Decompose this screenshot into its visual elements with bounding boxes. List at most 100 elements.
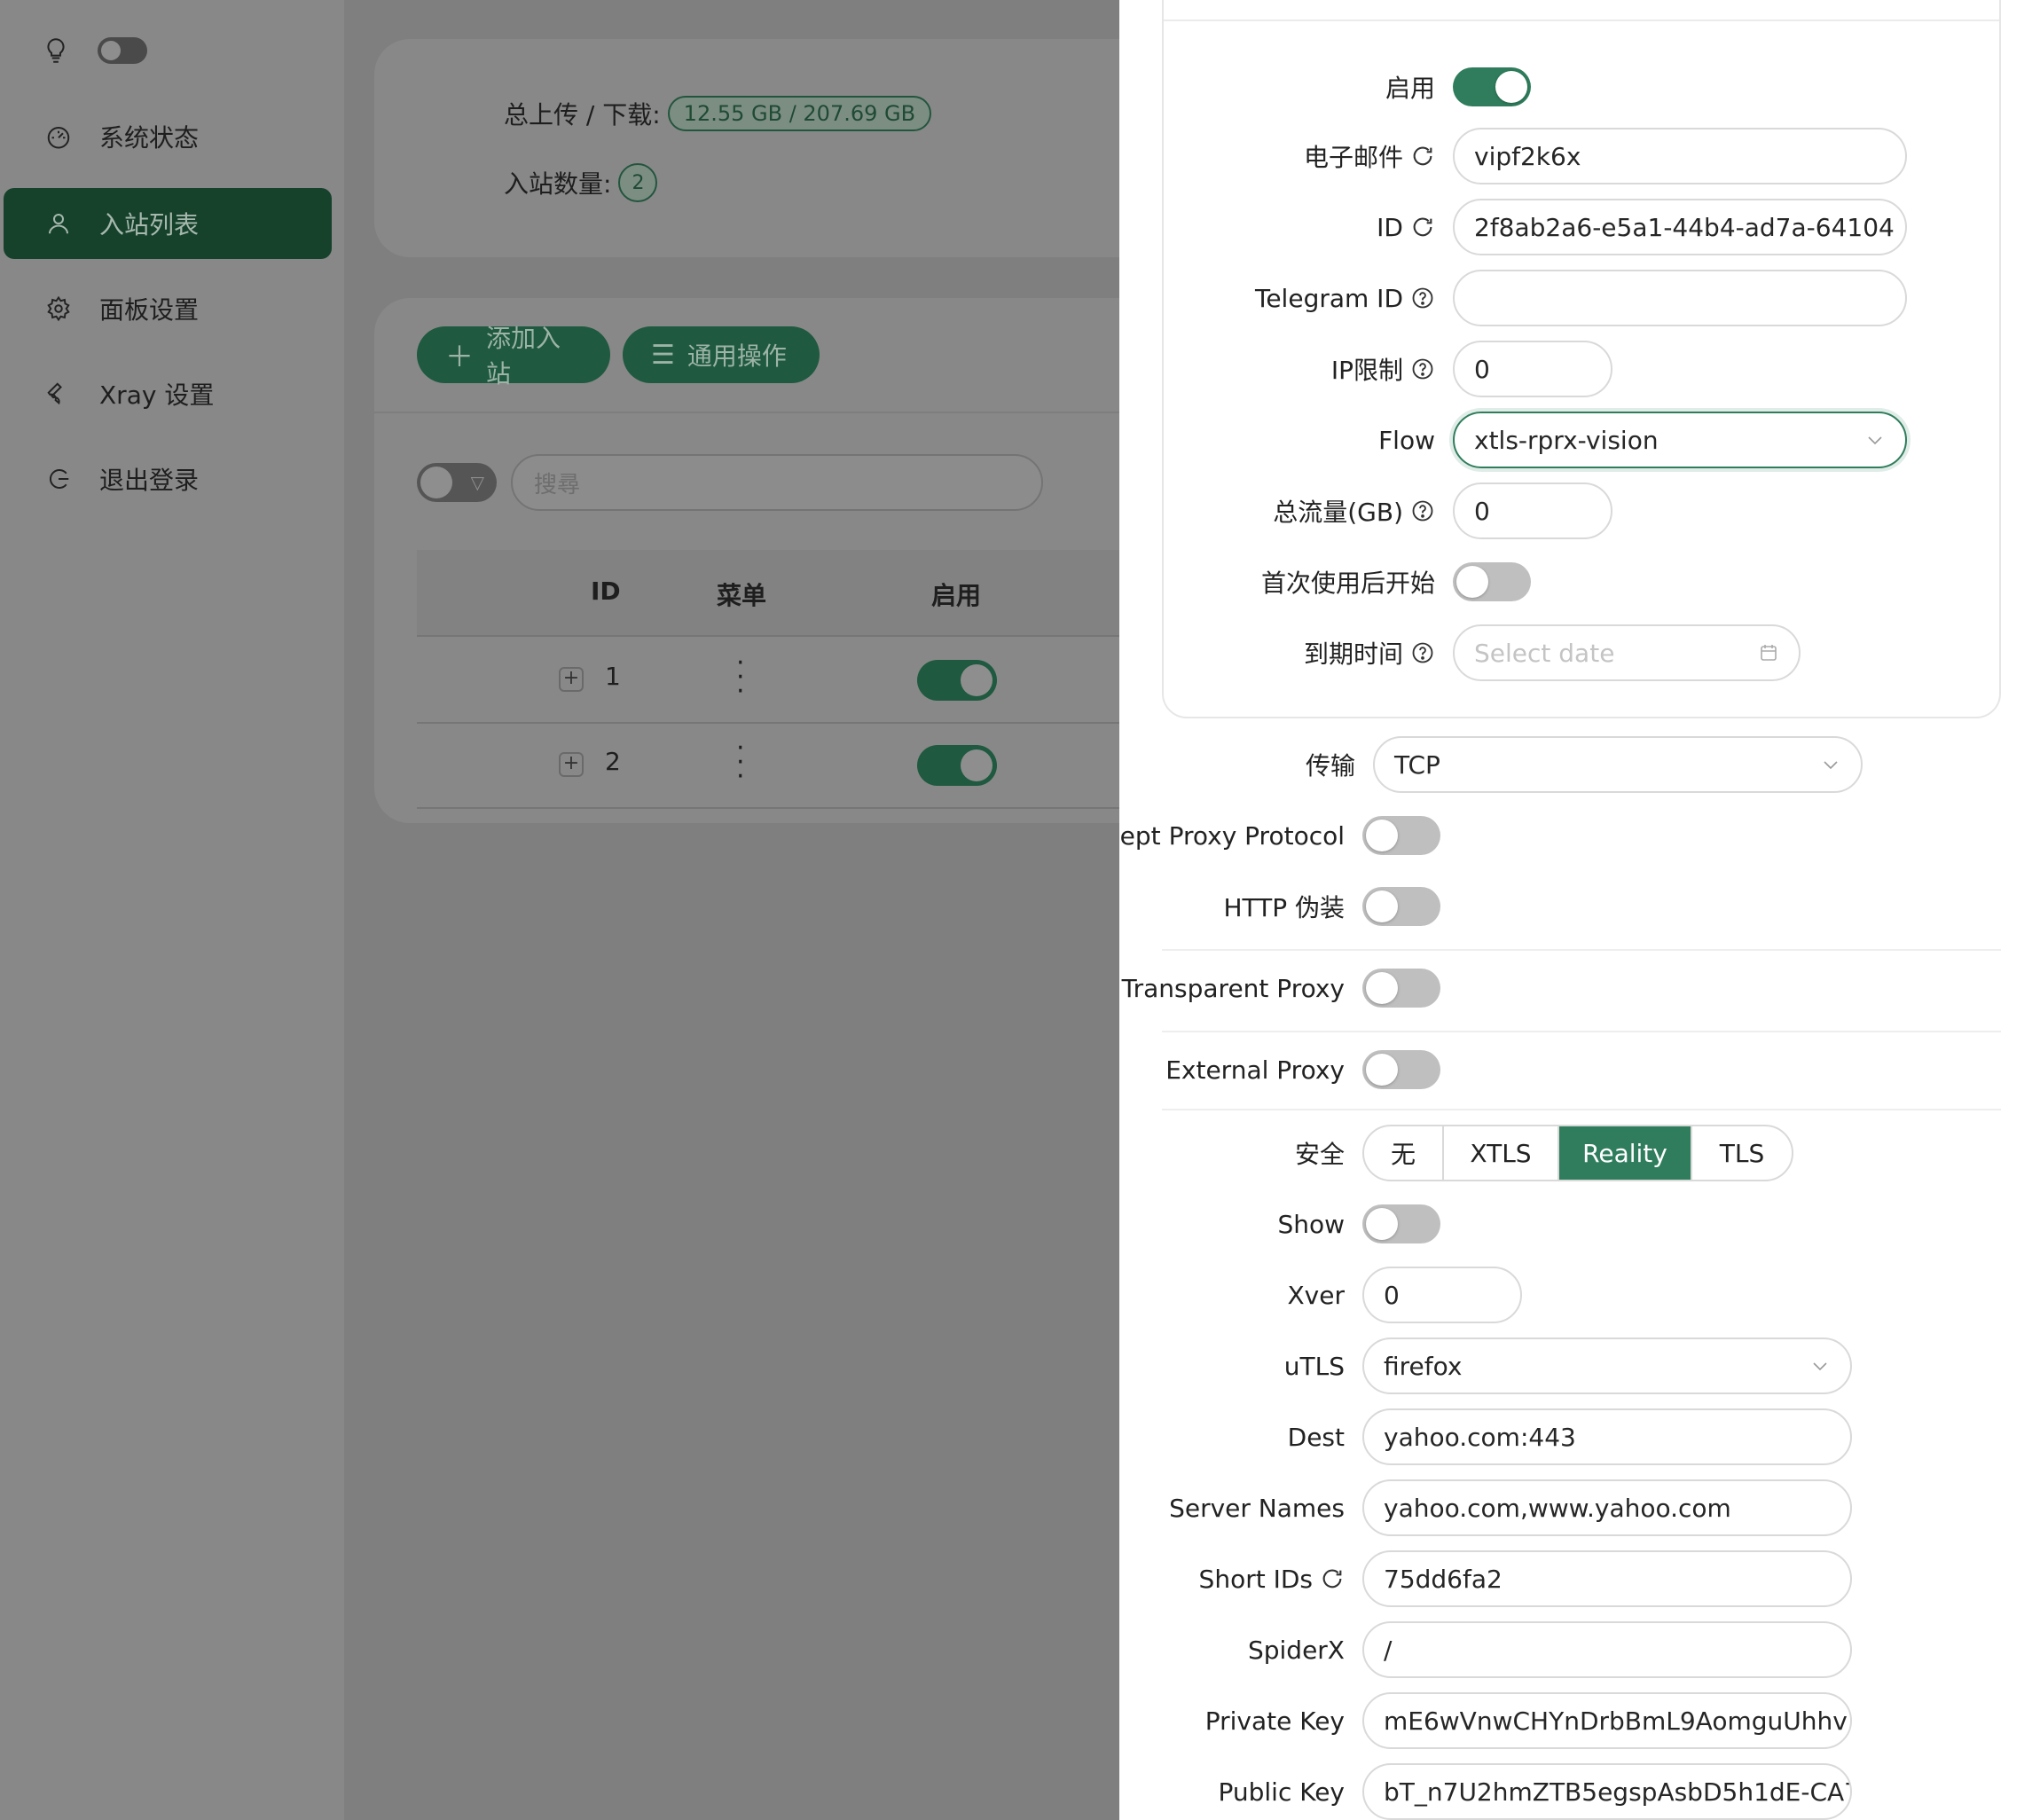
transport-select[interactable]: TCP (1373, 736, 1863, 793)
uuid-field[interactable]: 2f8ab2a6-e5a1-44b4-ad7a-64104 (1453, 199, 1907, 255)
private-key-row: Private Key mE6wVnwCHYnDrbBmL9AomguUhhv3 (1119, 1692, 2040, 1749)
sidebar: 系统状态 入站列表 面板设置 Xray 设置 退出登录 (0, 0, 344, 1820)
transparent-proxy-row: Transparent Proxy (1119, 960, 2040, 1016)
total-traffic-row: 总流量(GB) 0 (1119, 482, 2040, 539)
transparent-proxy-label: Transparent Proxy (1121, 973, 1345, 1003)
help-icon[interactable] (1410, 286, 1435, 310)
security-label: 安全 (1294, 1140, 1345, 1169)
security-option-tls[interactable]: TLS (1692, 1126, 1792, 1180)
table-header: ID 菜单 启用 (417, 550, 1215, 637)
stats-card: 总上传 / 下载: 12.55 GB / 207.69 GB 入站数量: 2 (374, 39, 1173, 257)
server-names-field[interactable]: yahoo.com,www.yahoo.com (1362, 1479, 1852, 1536)
short-ids-field[interactable]: 75dd6fa2 (1362, 1550, 1852, 1607)
sidebar-item-logout[interactable]: 退出登录 (4, 443, 332, 514)
refresh-icon[interactable] (1410, 144, 1435, 169)
table-row: + 2 · · · (417, 722, 1215, 809)
private-key-field[interactable]: mE6wVnwCHYnDrbBmL9AomguUhhv3 (1362, 1692, 1852, 1749)
telegram-id-field[interactable] (1453, 270, 1907, 326)
inbound-count-badge: 2 (618, 163, 658, 202)
dark-mode-toggle[interactable] (98, 37, 147, 64)
help-icon[interactable] (1410, 357, 1435, 381)
utls-select[interactable]: firefox (1362, 1338, 1852, 1394)
sidebar-item-xray-settings[interactable]: Xray 设置 (4, 358, 332, 429)
dashboard-icon (44, 122, 73, 151)
show-toggle[interactable] (1362, 1204, 1440, 1243)
transport-row: 传输 TCP (1119, 736, 2040, 793)
sidebar-item-status[interactable]: 系统状态 (4, 101, 332, 172)
id-label: ID (1377, 199, 1435, 255)
row-menu-icon[interactable]: · · · (736, 735, 745, 790)
filter-toggle[interactable]: ▽ (417, 463, 497, 502)
expiry-label: 到期时间 (1304, 624, 1435, 681)
start-after-use-toggle[interactable] (1453, 562, 1531, 601)
sidebar-item-label: 退出登录 (99, 466, 200, 495)
sidebar-item-panel-settings[interactable]: 面板设置 (4, 273, 332, 344)
row-menu-icon[interactable]: · · · (736, 650, 745, 705)
ip-limit-row: IP限制 0 (1119, 341, 2040, 397)
security-option-none[interactable]: 无 (1364, 1126, 1444, 1180)
public-key-row: Public Key bT_n7U2hmZTB5egspAsbD5h1dE-CA… (1119, 1763, 2040, 1820)
flow-label: Flow (1378, 425, 1435, 455)
flow-select[interactable]: xtls-rprx-vision (1453, 412, 1907, 468)
expand-row-button[interactable]: + (559, 667, 584, 692)
chevron-down-icon (1868, 436, 1882, 445)
dest-label: Dest (1287, 1422, 1345, 1452)
xver-row: Xver 0 (1119, 1267, 2040, 1323)
help-icon[interactable] (1410, 640, 1435, 665)
accept-proxy-toggle[interactable] (1362, 816, 1440, 855)
divider (1162, 1109, 2001, 1110)
external-proxy-toggle[interactable] (1362, 1050, 1440, 1089)
security-segmented-control: 无 XTLS Reality TLS (1362, 1125, 1793, 1181)
http-camouflage-toggle[interactable] (1362, 887, 1440, 926)
expand-row-button[interactable]: + (559, 752, 584, 777)
row-enable-toggle[interactable] (917, 660, 997, 701)
public-key-field[interactable]: bT_n7U2hmZTB5egspAsbD5h1dE-CA7 (1362, 1763, 1852, 1820)
lightbulb-icon (47, 38, 65, 63)
add-inbound-label: 添加入站 (486, 324, 561, 388)
panel-divider (1164, 20, 1999, 21)
sidebar-item-label: Xray 设置 (99, 380, 215, 410)
show-label: Show (1277, 1209, 1345, 1239)
start-after-use-row: 首次使用后开始 (1119, 553, 2040, 610)
total-traffic-field[interactable]: 0 (1453, 482, 1612, 539)
telegram-label: Telegram ID (1255, 270, 1435, 326)
flow-row: Flow xtls-rprx-vision (1119, 412, 2040, 468)
logout-icon (44, 465, 73, 493)
row-enable-toggle[interactable] (917, 745, 997, 786)
email-field[interactable]: vipf2k6x (1453, 128, 1907, 184)
divider (1162, 949, 2001, 951)
wrench-icon (44, 380, 73, 408)
expiry-date-picker[interactable]: Select date (1453, 624, 1801, 681)
filter-icon: ▽ (470, 472, 484, 493)
ip-limit-field[interactable]: 0 (1453, 341, 1612, 397)
refresh-icon[interactable] (1410, 215, 1435, 239)
transparent-proxy-toggle[interactable] (1362, 969, 1440, 1008)
start-after-use-label: 首次使用后开始 (1260, 569, 1435, 598)
add-inbound-button[interactable]: ＋ 添加入站 (417, 324, 610, 388)
menu-icon: ☰ (651, 339, 675, 371)
utls-row: uTLS firefox (1119, 1338, 2040, 1394)
column-header-id: ID (591, 577, 621, 606)
chevron-down-icon (1813, 1362, 1827, 1371)
divider (1162, 1031, 2001, 1032)
general-actions-button[interactable]: ☰ 通用操作 (623, 326, 820, 383)
traffic-label: 总上传 / 下载: (504, 100, 661, 129)
refresh-icon[interactable] (1320, 1566, 1345, 1591)
table-row: + 1 · · · (417, 637, 1215, 724)
security-option-reality[interactable]: Reality (1559, 1126, 1692, 1180)
spiderx-field[interactable]: / (1362, 1621, 1852, 1678)
external-proxy-label: External Proxy (1165, 1055, 1345, 1085)
gear-icon (44, 294, 73, 323)
row-id: 1 (605, 662, 621, 691)
inbound-count-label: 入站数量: (504, 169, 612, 199)
security-option-xtls[interactable]: XTLS (1444, 1126, 1559, 1180)
search-input[interactable]: 搜尋 (511, 454, 1043, 511)
external-proxy-row: External Proxy (1119, 1041, 2040, 1098)
xver-field[interactable]: 0 (1362, 1267, 1522, 1323)
row-id: 2 (605, 747, 621, 776)
private-key-label: Private Key (1204, 1706, 1345, 1736)
client-enable-toggle[interactable] (1453, 67, 1531, 106)
help-icon[interactable] (1410, 498, 1435, 523)
sidebar-item-inbounds[interactable]: 入站列表 (4, 188, 332, 259)
dest-field[interactable]: yahoo.com:443 (1362, 1408, 1852, 1465)
